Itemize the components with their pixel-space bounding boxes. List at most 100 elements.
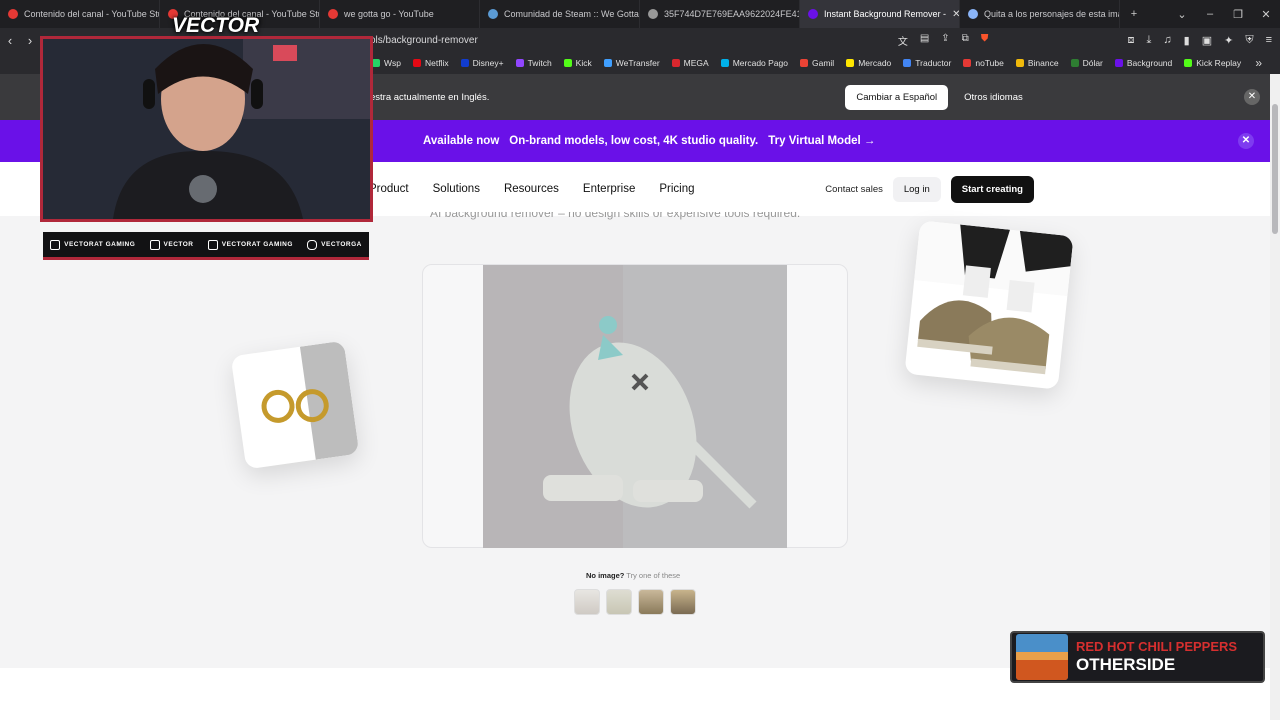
bookmark[interactable]: Wsp <box>372 58 401 68</box>
browser-tab[interactable]: Contenido del canal - YouTube Studi <box>0 0 160 28</box>
bookmark-icon <box>671 59 680 67</box>
brave-shield-icon[interactable]: ⛊ <box>981 33 989 48</box>
reader-icon[interactable]: ▤ <box>920 33 929 48</box>
scrollbar-thumb[interactable] <box>1272 104 1278 234</box>
copy-icon[interactable]: ⧉ <box>962 33 969 48</box>
browser-tab[interactable]: we gotta go - YouTube <box>320 0 480 28</box>
menu-icon[interactable]: ≡ <box>1266 34 1272 47</box>
restore-icon[interactable]: ❐ <box>1224 8 1252 21</box>
music-icon[interactable]: ♫ <box>1163 34 1171 47</box>
nav-resources[interactable]: Resources <box>504 183 559 195</box>
close-tab-icon[interactable]: ✕ <box>952 9 959 20</box>
contact-sales-link[interactable]: Contact sales <box>825 184 883 195</box>
bookmark[interactable]: WeTransfer <box>603 58 660 68</box>
browser-tab[interactable]: Quita a los personajes de esta imag <box>960 0 1120 28</box>
bookmark-icon <box>563 59 572 67</box>
bookmark[interactable]: Mercado Pago <box>720 58 788 68</box>
sample-thumbnail[interactable] <box>606 589 632 615</box>
bookmark-icon <box>1015 59 1024 67</box>
nav-product[interactable]: Product <box>369 183 409 195</box>
twitter-icon <box>207 239 218 250</box>
instagram-icon <box>307 239 318 250</box>
banner-link[interactable]: Try Virtual Model → <box>768 135 875 147</box>
bookmark-icon <box>372 59 380 67</box>
social-twitch: VECTOR <box>149 239 194 250</box>
social-strip: VECTORAT GAMING VECTOR VECTORAT GAMING V… <box>43 232 369 260</box>
sample-thumbnail[interactable] <box>638 589 664 615</box>
browser-tab[interactable]: Comunidad de Steam :: We Gotta Go <box>480 0 640 28</box>
samples-prompt: No image? Try one of these <box>586 571 681 580</box>
bookmark[interactable]: Binance <box>1015 58 1059 68</box>
leo-icon[interactable]: ✦ <box>1224 34 1233 47</box>
start-creating-button[interactable]: Start creating <box>950 175 1034 203</box>
youtube-icon <box>328 9 338 19</box>
bookmark[interactable]: Background <box>1114 58 1172 68</box>
other-languages-button[interactable]: Otros idiomas <box>964 92 1023 103</box>
bookmark[interactable]: Mercado <box>846 58 891 68</box>
sample-card-shoes <box>904 220 1074 390</box>
wallet-icon[interactable]: ▣ <box>1202 34 1212 47</box>
translate-icon[interactable]: 文 <box>898 33 908 48</box>
bookmark-icon <box>460 59 469 67</box>
browser-tab-active[interactable]: Instant Background Remover - ✕ <box>800 0 960 28</box>
forward-icon[interactable]: › <box>20 33 40 48</box>
login-button[interactable]: Log in <box>892 176 941 202</box>
streamer-name: VECTOR <box>172 14 260 37</box>
bookmark[interactable]: MEGA <box>671 58 709 68</box>
youtube-icon <box>50 239 61 250</box>
nav-solutions[interactable]: Solutions <box>433 183 480 195</box>
bookmark-icon <box>846 59 855 67</box>
bookmark[interactable]: Netflix <box>413 58 449 68</box>
bookmark[interactable]: Twitch <box>515 58 552 68</box>
new-tab-icon[interactable]: + <box>1120 8 1148 20</box>
extensions-icon[interactable]: ⧈ <box>1128 34 1135 47</box>
bookmark-icon <box>963 59 972 67</box>
vpn-icon[interactable]: ⛨ <box>1245 34 1253 47</box>
banner-badge: Available now <box>423 135 500 147</box>
steam-icon <box>488 9 498 19</box>
now-playing-widget: RED HOT CHILI PEPPERS OTHERSIDE <box>1010 631 1265 683</box>
social-twitter: VECTORAT GAMING <box>207 239 293 250</box>
youtube-icon <box>8 9 18 19</box>
share-icon[interactable]: ⇪ <box>941 33 949 48</box>
bookmark[interactable]: Disney+ <box>460 58 504 68</box>
gemini-icon <box>968 9 978 19</box>
social-instagram: VECTORGA <box>307 239 362 250</box>
url-field[interactable]: ols/background-remover <box>370 35 478 46</box>
track-title: OTHERSIDE <box>1076 654 1176 674</box>
download-icon[interactable]: ⤓ <box>1147 34 1152 47</box>
banner-text: On-brand models, low cost, 4K studio qua… <box>509 135 759 147</box>
sidebar-icon[interactable]: ▮ <box>1184 34 1190 47</box>
sample-thumbnail[interactable] <box>574 589 600 615</box>
track-artist: RED HOT CHILI PEPPERS <box>1076 638 1238 654</box>
bookmark-icon <box>1114 59 1123 67</box>
switch-language-button[interactable]: Cambiar a Español <box>845 84 949 110</box>
more-bookmarks-icon[interactable]: » <box>1255 56 1262 70</box>
close-icon[interactable]: ✕ <box>1238 133 1254 149</box>
minimize-icon[interactable]: – <box>1196 8 1224 20</box>
scrollbar[interactable] <box>1270 74 1280 720</box>
bookmark-icon <box>720 59 729 67</box>
sample-card-earrings <box>230 340 360 470</box>
close-window-icon[interactable]: ✕ <box>1252 8 1280 21</box>
twitch-icon <box>149 239 160 250</box>
nav-enterprise[interactable]: Enterprise <box>583 183 635 195</box>
bookmark[interactable]: noTube <box>963 58 1004 68</box>
bookmark[interactable]: Gamil <box>800 58 834 68</box>
back-icon[interactable]: ‹ <box>0 33 20 48</box>
nav-pricing[interactable]: Pricing <box>659 183 694 195</box>
close-icon[interactable]: ✕ <box>1244 89 1260 105</box>
bookmark[interactable]: Traductor <box>903 58 951 68</box>
sample-thumbnail[interactable] <box>670 589 696 615</box>
bookmark[interactable]: Kick <box>563 58 592 68</box>
browser-tab[interactable]: 35F744D7E769EAA9622024FE4189 <box>640 0 800 28</box>
bookmark-icon <box>903 59 912 67</box>
bookmark-icon <box>413 59 421 67</box>
bookmark[interactable]: Kick Replay <box>1184 58 1241 68</box>
chevron-down-icon[interactable]: ⌄ <box>1168 8 1196 21</box>
preview-image <box>483 265 787 548</box>
bookmark[interactable]: Dólar <box>1070 58 1103 68</box>
sample-thumbnails <box>574 589 696 615</box>
bookmark-icon <box>1070 59 1079 67</box>
photoroom-icon <box>808 9 818 19</box>
